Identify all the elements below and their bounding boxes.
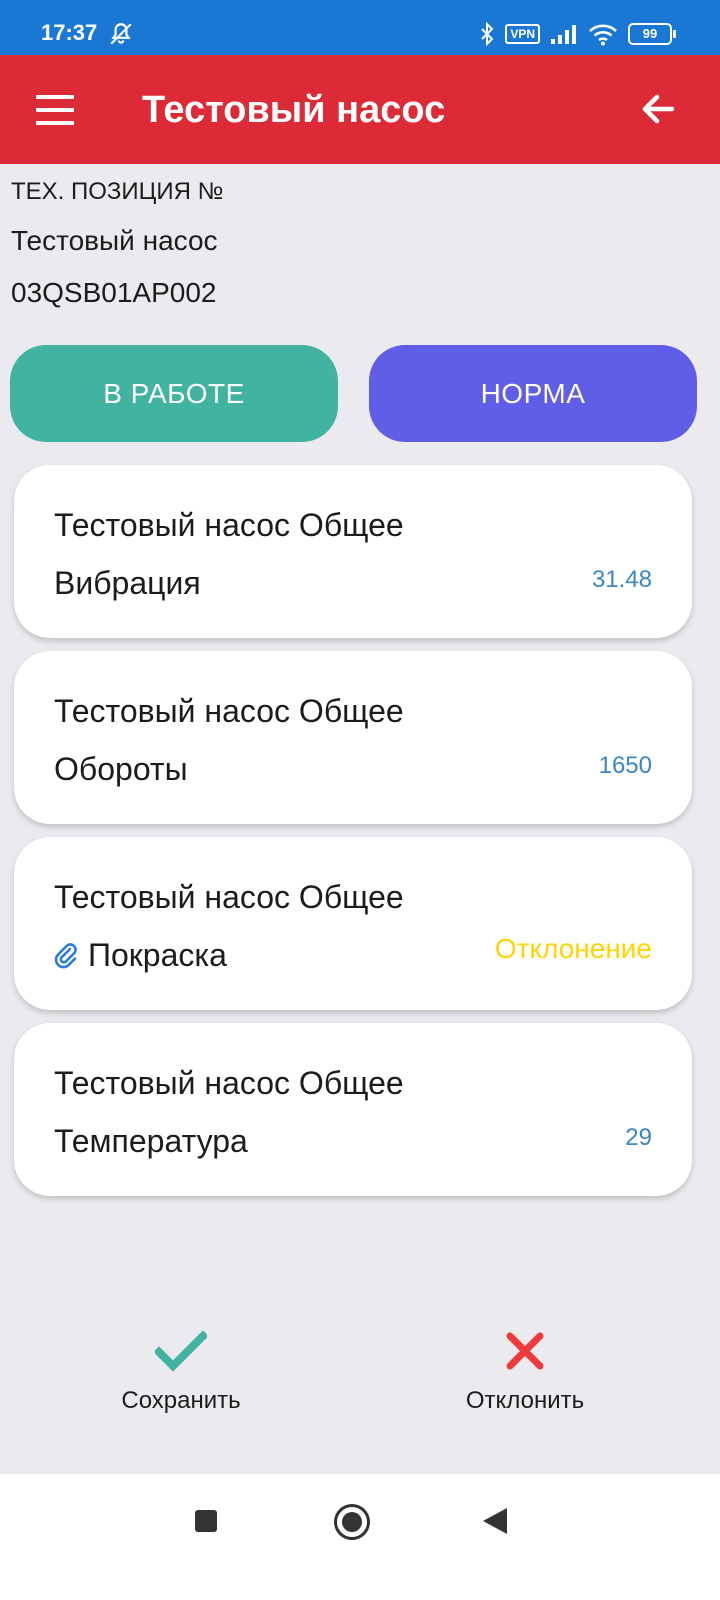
- in-work-button[interactable]: В РАБОТЕ: [10, 345, 338, 442]
- position-label: ТЕХ. ПОЗИЦИЯ №: [11, 178, 224, 205]
- card-title: Тестовый насос Общее: [54, 693, 404, 729]
- status-icons: VPN 99: [479, 20, 676, 48]
- signal-icon: [551, 25, 576, 44]
- app-bar: Тестовый насос: [0, 55, 720, 164]
- card-parameter: Обороты: [54, 749, 188, 789]
- card-parameter-label: Вибрация: [54, 565, 201, 601]
- card-parameter: Покраска: [54, 935, 227, 975]
- card-title: Тестовый насос Общее: [54, 507, 404, 543]
- system-nav-bar: [0, 1474, 720, 1600]
- parameter-card[interactable]: Тестовый насос Общее Обороты 1650: [14, 651, 692, 824]
- card-value: 31.48: [591, 566, 652, 593]
- menu-icon[interactable]: [36, 95, 74, 125]
- card-parameter-label: Температура: [54, 1123, 248, 1159]
- parameter-card[interactable]: Тестовый насос Общее Покраска Отклонение: [14, 837, 692, 1010]
- reject-button[interactable]: Отклонить: [425, 1330, 625, 1415]
- save-label: Сохранить: [121, 1387, 241, 1414]
- card-value: 29: [625, 1124, 652, 1151]
- norm-button[interactable]: НОРМА: [369, 345, 697, 442]
- check-icon: [153, 1330, 209, 1372]
- vpn-icon: VPN: [505, 24, 540, 44]
- bluetooth-icon: [481, 22, 494, 46]
- card-title: Тестовый насос Общее: [54, 879, 404, 915]
- system-back-icon[interactable]: [483, 1508, 507, 1534]
- parameter-card[interactable]: Тестовый насос Общее Температура 29: [14, 1023, 692, 1196]
- equipment-info: ТЕХ. ПОЗИЦИЯ № Тестовый насос 03QSB01AP0…: [11, 176, 223, 311]
- equipment-name: Тестовый насос: [11, 225, 218, 256]
- paperclip-icon: [54, 943, 77, 969]
- close-icon: [506, 1332, 544, 1370]
- page-title: Тестовый насос: [142, 89, 446, 131]
- card-parameter: Вибрация: [54, 563, 201, 603]
- home-icon[interactable]: [334, 1504, 370, 1540]
- status-bar: 17:37 VPN 99: [0, 0, 720, 55]
- card-parameter-label: Покраска: [88, 937, 227, 973]
- status-time: 17:37: [41, 20, 98, 45]
- wifi-icon: [589, 24, 617, 46]
- equipment-code: 03QSB01AP002: [11, 277, 217, 308]
- reject-label: Отклонить: [465, 1387, 585, 1414]
- card-status-value: Отклонение: [494, 933, 652, 964]
- bell-off-icon: [110, 23, 132, 45]
- card-parameter: Температура: [54, 1121, 248, 1161]
- card-title: Тестовый насос Общее: [54, 1065, 404, 1101]
- save-button[interactable]: Сохранить: [81, 1330, 281, 1415]
- recents-icon[interactable]: [195, 1510, 217, 1532]
- parameter-card[interactable]: Тестовый насос Общее Вибрация 31.48: [14, 465, 692, 638]
- battery-icon: 99: [628, 23, 676, 45]
- card-parameter-label: Обороты: [54, 751, 188, 787]
- back-arrow-icon[interactable]: [640, 91, 676, 127]
- card-value: 1650: [598, 752, 652, 779]
